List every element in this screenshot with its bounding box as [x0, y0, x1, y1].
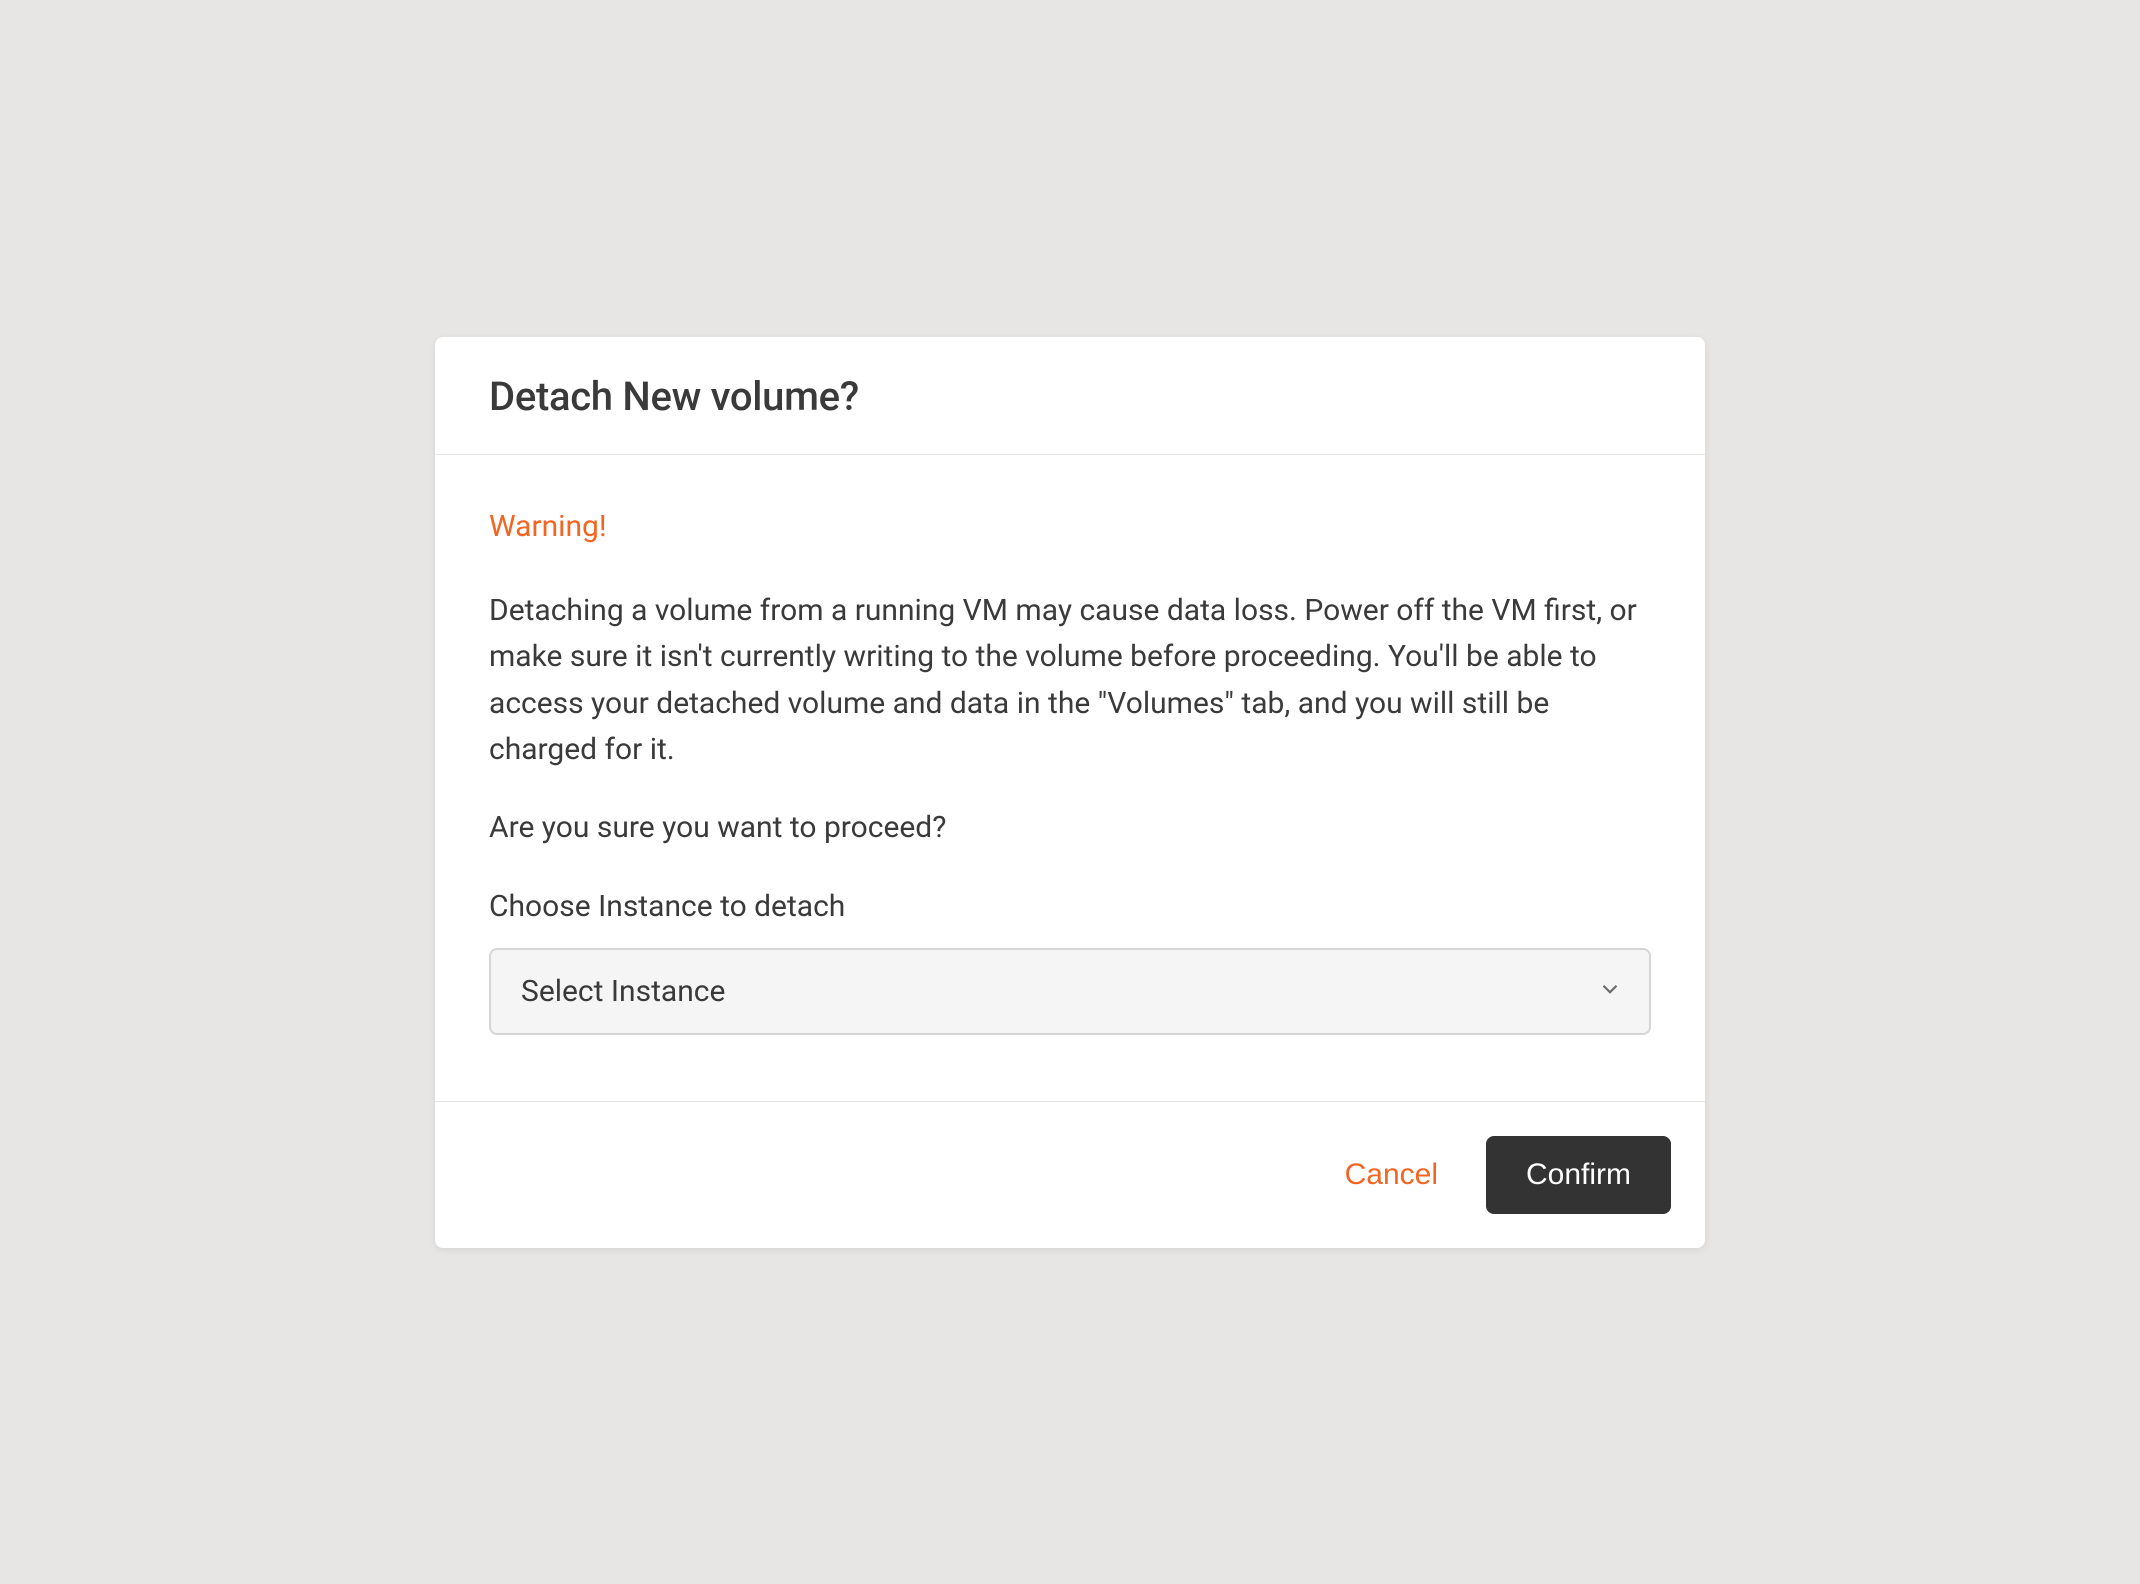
confirm-prompt-text: Are you sure you want to proceed? [489, 810, 1651, 845]
instance-select-placeholder: Select Instance [521, 974, 725, 1009]
modal-header: Detach New volume? [435, 337, 1705, 455]
modal-footer: Cancel Confirm [435, 1101, 1705, 1248]
instance-select[interactable]: Select Instance [489, 948, 1651, 1035]
instance-select-label: Choose Instance to detach [489, 889, 1651, 924]
cancel-button[interactable]: Cancel [1341, 1150, 1442, 1200]
detach-volume-modal: Detach New volume? Warning! Detaching a … [435, 337, 1705, 1248]
modal-body: Warning! Detaching a volume from a runni… [435, 455, 1705, 1101]
confirm-button[interactable]: Confirm [1486, 1136, 1671, 1214]
modal-title: Detach New volume? [489, 373, 1651, 420]
warning-body-text: Detaching a volume from a running VM may… [489, 588, 1651, 774]
warning-heading: Warning! [489, 509, 1651, 544]
instance-select-wrapper: Select Instance [489, 948, 1651, 1035]
